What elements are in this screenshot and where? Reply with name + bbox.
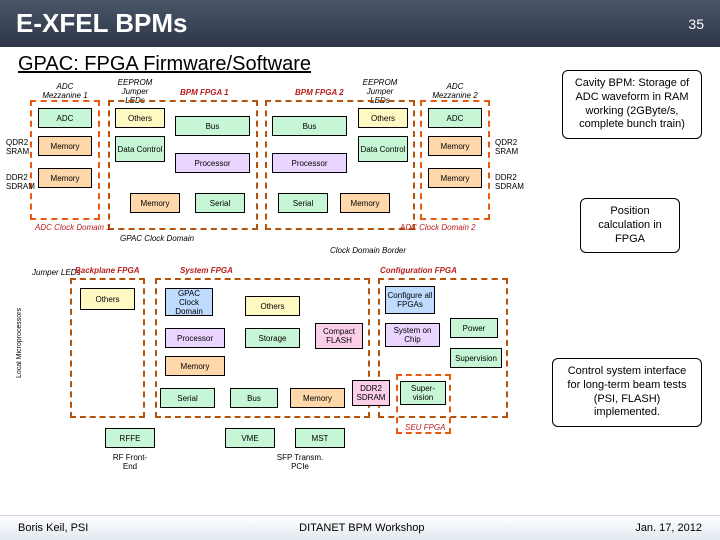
rffe-block: RFFE	[105, 428, 155, 448]
label-adc-clock-1: ADC Clock Domain 1	[35, 223, 111, 232]
page-number: 35	[688, 16, 704, 32]
gpac-clock-block: GPAC Clock Domain	[165, 288, 213, 316]
qdr2-label-left: QDR2 SRAM	[6, 138, 30, 156]
label-seu-fpga: SEU FPGA	[405, 423, 445, 432]
mst-block: MST	[295, 428, 345, 448]
others-block-3: Others	[80, 288, 135, 310]
architecture-diagram: ADC Mezzanine 1 EEPROM Jumper LEDs BPM F…	[0, 78, 720, 478]
compact-flash-block: Compact FLASH	[315, 323, 363, 349]
adc-block-right: ADC	[428, 108, 482, 128]
page-title: E-XFEL BPMs	[16, 8, 187, 39]
memory-block-2: Memory	[38, 168, 92, 188]
processor-block-1: Processor	[175, 153, 250, 173]
label-clock-border: Clock Domain Border	[330, 246, 406, 255]
sfp-pcie-label: SFP Transm. PCIe	[275, 453, 325, 471]
memory-block-5: Memory	[428, 136, 482, 156]
label-adc-mez1: ADC Mezzanine 1	[40, 82, 90, 100]
callout-position-calc: Position calculation in FPGA	[580, 198, 680, 253]
label-system-fpga: System FPGA	[180, 266, 233, 275]
label-bpm-fpga2: BPM FPGA 2	[295, 88, 344, 97]
bus-block-3: Bus	[230, 388, 278, 408]
label-adc-mez2: ADC Mezzanine 2	[430, 82, 480, 100]
others-block-4: Others	[245, 296, 300, 316]
label-adc-clock-2: ADC Clock Domain 2	[400, 223, 476, 232]
super-vision-block: Super- vision	[400, 381, 446, 405]
ddr2-label-left: DDR2 SDRAM	[6, 173, 30, 191]
label-bpm-fpga1: BPM FPGA 1	[180, 88, 229, 97]
serial-block-2: Serial	[278, 193, 328, 213]
footer-date: Jan. 17, 2012	[635, 522, 702, 534]
bus-block-1: Bus	[175, 116, 250, 136]
memory-block-4: Memory	[340, 193, 390, 213]
serial-block-1: Serial	[195, 193, 245, 213]
label-backplane-fpga: Backplane FPGA	[75, 266, 139, 275]
ddr2-sdram-block: DDR2 SDRAM	[352, 380, 390, 406]
supervision-block: Supervision	[450, 348, 502, 368]
soc-block: System on Chip	[385, 323, 440, 347]
label-gpac-clock: GPAC Clock Domain	[120, 234, 194, 243]
callout-cavity-bpm: Cavity BPM: Storage of ADC waveform in R…	[562, 70, 702, 139]
footer-event: DITANET BPM Workshop	[299, 522, 424, 534]
bus-block-2: Bus	[272, 116, 347, 136]
ddr2-label-right: DDR2 SDRAM	[495, 173, 519, 191]
qdr2-label-right: QDR2 SRAM	[495, 138, 519, 156]
serial-block-3: Serial	[160, 388, 215, 408]
data-control-2: Data Control	[358, 136, 408, 162]
memory-block-3: Memory	[130, 193, 180, 213]
power-block: Power	[450, 318, 498, 338]
configure-all-block: Configure all FPGAs	[385, 286, 435, 314]
processor-block-2: Processor	[272, 153, 347, 173]
local-uproc-label: Local Microprocessors	[16, 308, 23, 378]
others-block-2: Others	[358, 108, 408, 128]
footer-author: Boris Keil, PSI	[18, 522, 88, 534]
storage-block: Storage	[245, 328, 300, 348]
label-config-fpga: Configuration FPGA	[380, 266, 457, 275]
memory-block-1: Memory	[38, 136, 92, 156]
memory-block-7: Memory	[165, 356, 225, 376]
others-block-1: Others	[115, 108, 165, 128]
memory-block-6: Memory	[428, 168, 482, 188]
callout-control-system: Control system interface for long-term b…	[552, 358, 702, 427]
rf-frontend-label: RF Front-End	[108, 453, 152, 471]
adc-block-left: ADC	[38, 108, 92, 128]
footer: Boris Keil, PSI DITANET BPM Workshop Jan…	[0, 515, 720, 540]
data-control-1: Data Control	[115, 136, 165, 162]
vme-block: VME	[225, 428, 275, 448]
memory-block-8: Memory	[290, 388, 345, 408]
processor-block-3: Processor	[165, 328, 225, 348]
label-jumper-leds: Jumper LEDs	[32, 268, 80, 277]
